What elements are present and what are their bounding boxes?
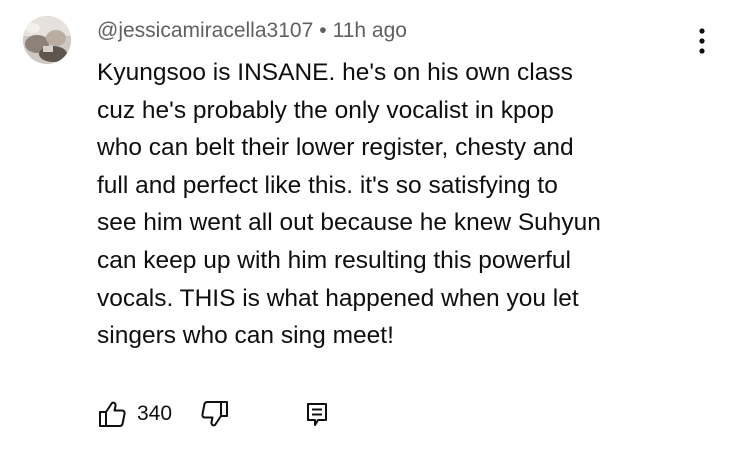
comment-meta: @jessicamiracella3107 • 11h ago <box>97 17 407 45</box>
avatar-image <box>23 16 71 64</box>
author-handle[interactable]: @jessicamiracella3107 <box>97 19 313 42</box>
avatar[interactable] <box>23 16 71 64</box>
comment-text: Kyungsoo is INSANE. he's on his own clas… <box>97 59 601 350</box>
thumbs-down-icon <box>201 401 229 427</box>
comment-actions: 340 <box>97 398 330 430</box>
vertical-dots-icon <box>699 28 705 54</box>
dislike-button[interactable] <box>200 399 230 429</box>
reply-button[interactable] <box>304 399 330 429</box>
meta-separator: • <box>319 19 327 42</box>
thumbs-up-icon <box>99 401 126 427</box>
like-button[interactable]: 340 <box>97 399 172 429</box>
comment-thread: @jessicamiracella3107 • 11h ago Kyungsoo i… <box>0 0 750 463</box>
like-count: 340 <box>137 402 173 425</box>
timestamp[interactable]: 11h ago <box>333 19 407 42</box>
more-actions-button[interactable] <box>686 24 718 58</box>
reply-comment-icon <box>307 403 328 426</box>
